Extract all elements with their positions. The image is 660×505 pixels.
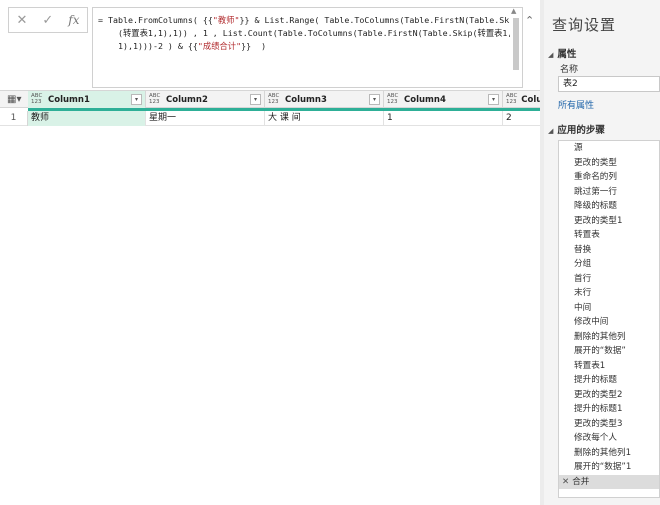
step-item[interactable]: 更改的类型1 (559, 214, 659, 229)
name-label: 名称 (560, 65, 579, 75)
step-item[interactable]: 跳过第一行 (559, 185, 659, 200)
cancel-icon[interactable]: ✕ (16, 13, 27, 28)
column-header-2[interactable]: ABC 123 Column2 ▾ (146, 91, 265, 108)
chevron-down-icon[interactable]: ▾ (131, 94, 142, 105)
step-item[interactable]: 修改中间 (559, 315, 659, 330)
grid-header: ▦▾ ABC 123 Column1 ▾ ABC 123 Column2 ▾ A… (0, 90, 542, 108)
type-any-icon: ABC 123 (387, 93, 399, 105)
formula-scroll-thumb[interactable] (513, 18, 519, 70)
formula-line3-start: 1),1)))-2 ) & {{ (98, 41, 198, 51)
formula-line2: (转置表1,1),1)) , 1 , List.Count(Table.ToCo… (98, 28, 510, 38)
step-item[interactable]: 展开的“数据” (559, 344, 659, 359)
step-item[interactable]: 首行 (559, 272, 659, 287)
step-item[interactable]: 更改的类型 (559, 156, 659, 171)
column-name: Column2 (166, 94, 208, 105)
step-item[interactable]: 转置表 (559, 228, 659, 243)
column-header-4[interactable]: ABC 123 Column4 ▾ (384, 91, 503, 108)
type-any-icon: ABC 123 (149, 93, 161, 105)
formula-controls: ✕ ✓ fx (8, 7, 88, 33)
step-item[interactable]: 更改的类型3 (559, 417, 659, 432)
fx-icon[interactable]: fx (68, 13, 79, 27)
step-item[interactable]: 提升的标题1 (559, 402, 659, 417)
step-label: 合并 (572, 476, 590, 487)
step-item[interactable]: 降级的标题 (559, 199, 659, 214)
column-name: Column3 (285, 94, 327, 105)
formula-line1-start: = Table.FromColumns( {{ (98, 15, 213, 25)
query-settings-pane: 查询设置 ◢ 属性 名称 表2 所有属性 ◢ 应用的步骤 源 更改的类型 重命名的列… (544, 0, 660, 505)
collapse-triangle-icon[interactable]: ◢ (548, 127, 553, 135)
table-cell[interactable]: 星期一 (146, 111, 265, 126)
scroll-up-icon[interactable]: ▲ (511, 7, 516, 15)
all-properties-link[interactable]: 所有属性 (558, 98, 594, 111)
table-cell[interactable]: 大 课 间 (265, 111, 384, 126)
table-row: 1 教师 星期一 大 课 间 1 2 (0, 111, 540, 126)
column-header-5[interactable]: ABC 123 Colu (503, 91, 542, 108)
formula-line1-end: }} & List.Range( Table.ToColumns(Table.F… (239, 15, 510, 25)
formula-line3-end: }} ) (241, 41, 267, 51)
table-menu-icon[interactable]: ▦▾ (7, 94, 27, 106)
formula-string-total: "成绩合计" (197, 41, 242, 51)
step-item-selected[interactable]: ✕ 合并 (559, 474, 659, 489)
chevron-down-icon[interactable]: ▾ (488, 94, 499, 105)
pane-title: 查询设置 (552, 16, 617, 34)
step-item[interactable]: 删除的其他列 (559, 330, 659, 345)
type-any-icon: ABC 123 (506, 93, 518, 105)
chevron-down-icon[interactable]: ▾ (369, 94, 380, 105)
column-header-3[interactable]: ABC 123 Column3 ▾ (265, 91, 384, 108)
table-cell[interactable]: 教师 (28, 111, 146, 126)
type-any-icon: ABC 123 (31, 93, 43, 105)
column-header-1[interactable]: ABC 123 Column1 ▾ (28, 91, 146, 108)
chevron-down-icon[interactable]: ▾ (250, 94, 261, 105)
step-item[interactable]: 重命名的列 (559, 170, 659, 185)
step-item[interactable]: 中间 (559, 301, 659, 316)
step-item[interactable]: 提升的标题 (559, 373, 659, 388)
step-item[interactable]: 转置表1 (559, 359, 659, 374)
collapse-triangle-icon[interactable]: ◢ (548, 51, 553, 59)
formula-bar[interactable]: = Table.FromColumns( {{"教师"}} & List.Ran… (92, 7, 523, 88)
step-item[interactable]: 替换 (559, 243, 659, 258)
applied-steps-list: 源 更改的类型 重命名的列 跳过第一行 降级的标题 更改的类型1 转置表 替换 … (558, 140, 660, 498)
step-item[interactable]: 分组 (559, 257, 659, 272)
confirm-icon[interactable]: ✓ (42, 13, 53, 28)
row-number: 1 (0, 111, 28, 126)
chevron-up-icon[interactable]: ⌃ (525, 14, 534, 27)
steps-section-header[interactable]: ◢ 应用的步骤 (548, 122, 605, 136)
properties-section-header[interactable]: ◢ 属性 (548, 46, 576, 60)
delete-step-icon[interactable]: ✕ (562, 477, 569, 487)
step-item[interactable]: 末行 (559, 286, 659, 301)
step-item[interactable]: 更改的类型2 (559, 388, 659, 403)
properties-label: 属性 (557, 49, 577, 60)
step-item[interactable]: 修改每个人 (559, 431, 659, 446)
query-name-input[interactable]: 表2 (558, 76, 660, 92)
table-cell[interactable]: 1 (384, 111, 503, 126)
formula-text[interactable]: = Table.FromColumns( {{"教师"}} & List.Ran… (98, 14, 510, 53)
step-item[interactable]: 源 (559, 141, 659, 156)
step-item[interactable]: 展开的“数据”1 (559, 460, 659, 475)
formula-string-teacher: "教师" (212, 15, 240, 25)
formula-scrollbar[interactable]: ▲ (511, 7, 521, 86)
column-name: Column1 (48, 94, 90, 105)
data-grid: ▦▾ ABC 123 Column1 ▾ ABC 123 Column2 ▾ A… (0, 90, 542, 505)
steps-label: 应用的步骤 (557, 125, 605, 136)
column-name: Column4 (404, 94, 446, 105)
type-any-icon: ABC 123 (268, 93, 280, 105)
step-item[interactable]: 删除的其他列1 (559, 446, 659, 461)
table-cell[interactable]: 2 (503, 111, 540, 126)
